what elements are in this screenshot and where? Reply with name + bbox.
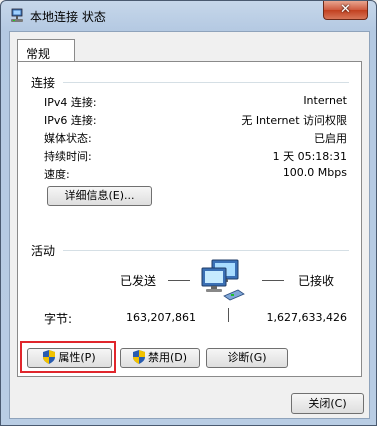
speed-label: 速度: (44, 168, 70, 181)
received-label: 已接收 (298, 274, 335, 288)
tab-panel: 连接 IPv4 连接: Internet IPv6 连接: 无 Internet… (17, 61, 362, 377)
diagnose-button-label: 诊断(G) (227, 351, 267, 364)
ipv4-label: IPv4 连接: (44, 96, 97, 109)
ipv4-value: Internet (303, 94, 347, 107)
received-line (262, 280, 284, 281)
duration-value: 1 天 05:18:31 (272, 150, 347, 163)
diagnose-button[interactable]: 诊断(G) (206, 348, 288, 368)
connection-group-divider (63, 82, 349, 83)
tab-general-label: 常规 (26, 47, 51, 61)
close-icon: ✕ (340, 2, 351, 17)
sent-line (168, 280, 190, 281)
duration-label: 持续时间: (44, 150, 92, 163)
connection-group-label: 连接 (31, 76, 56, 90)
activity-group-divider (63, 250, 349, 251)
details-button-label: 详细信息(E)... (64, 189, 135, 202)
close-window-button[interactable]: ✕ (323, 1, 368, 20)
media-state-value: 已启用 (314, 132, 347, 145)
title-bar[interactable]: 本地连接 状态 ✕ (1, 1, 376, 29)
properties-highlight-box (20, 341, 116, 373)
bytes-label: 字节: (44, 312, 73, 326)
uac-shield-icon (132, 350, 145, 364)
bytes-received-value: 1,627,633,426 (266, 311, 347, 324)
ipv6-label: IPv6 连接: (44, 114, 97, 127)
activity-group-label: 活动 (31, 244, 56, 258)
close-button-label: 关闭(C) (308, 397, 347, 410)
details-button[interactable]: 详细信息(E)... (47, 186, 152, 206)
network-cable-line (228, 308, 229, 322)
media-state-label: 媒体状态: (44, 132, 92, 145)
bytes-sent-value: 163,207,861 (126, 311, 196, 324)
speed-value: 100.0 Mbps (282, 166, 347, 179)
disable-button[interactable]: 禁用(D) (120, 348, 200, 368)
sent-label: 已发送 (120, 274, 157, 288)
ipv6-value: 无 Internet 访问权限 (241, 114, 347, 127)
window-title: 本地连接 状态 (30, 10, 106, 24)
close-button[interactable]: 关闭(C) (291, 393, 364, 414)
network-icon (9, 8, 25, 24)
disable-button-label: 禁用(D) (147, 351, 188, 364)
network-computers-icon (198, 258, 248, 308)
tab-general[interactable]: 常规 (17, 39, 75, 62)
